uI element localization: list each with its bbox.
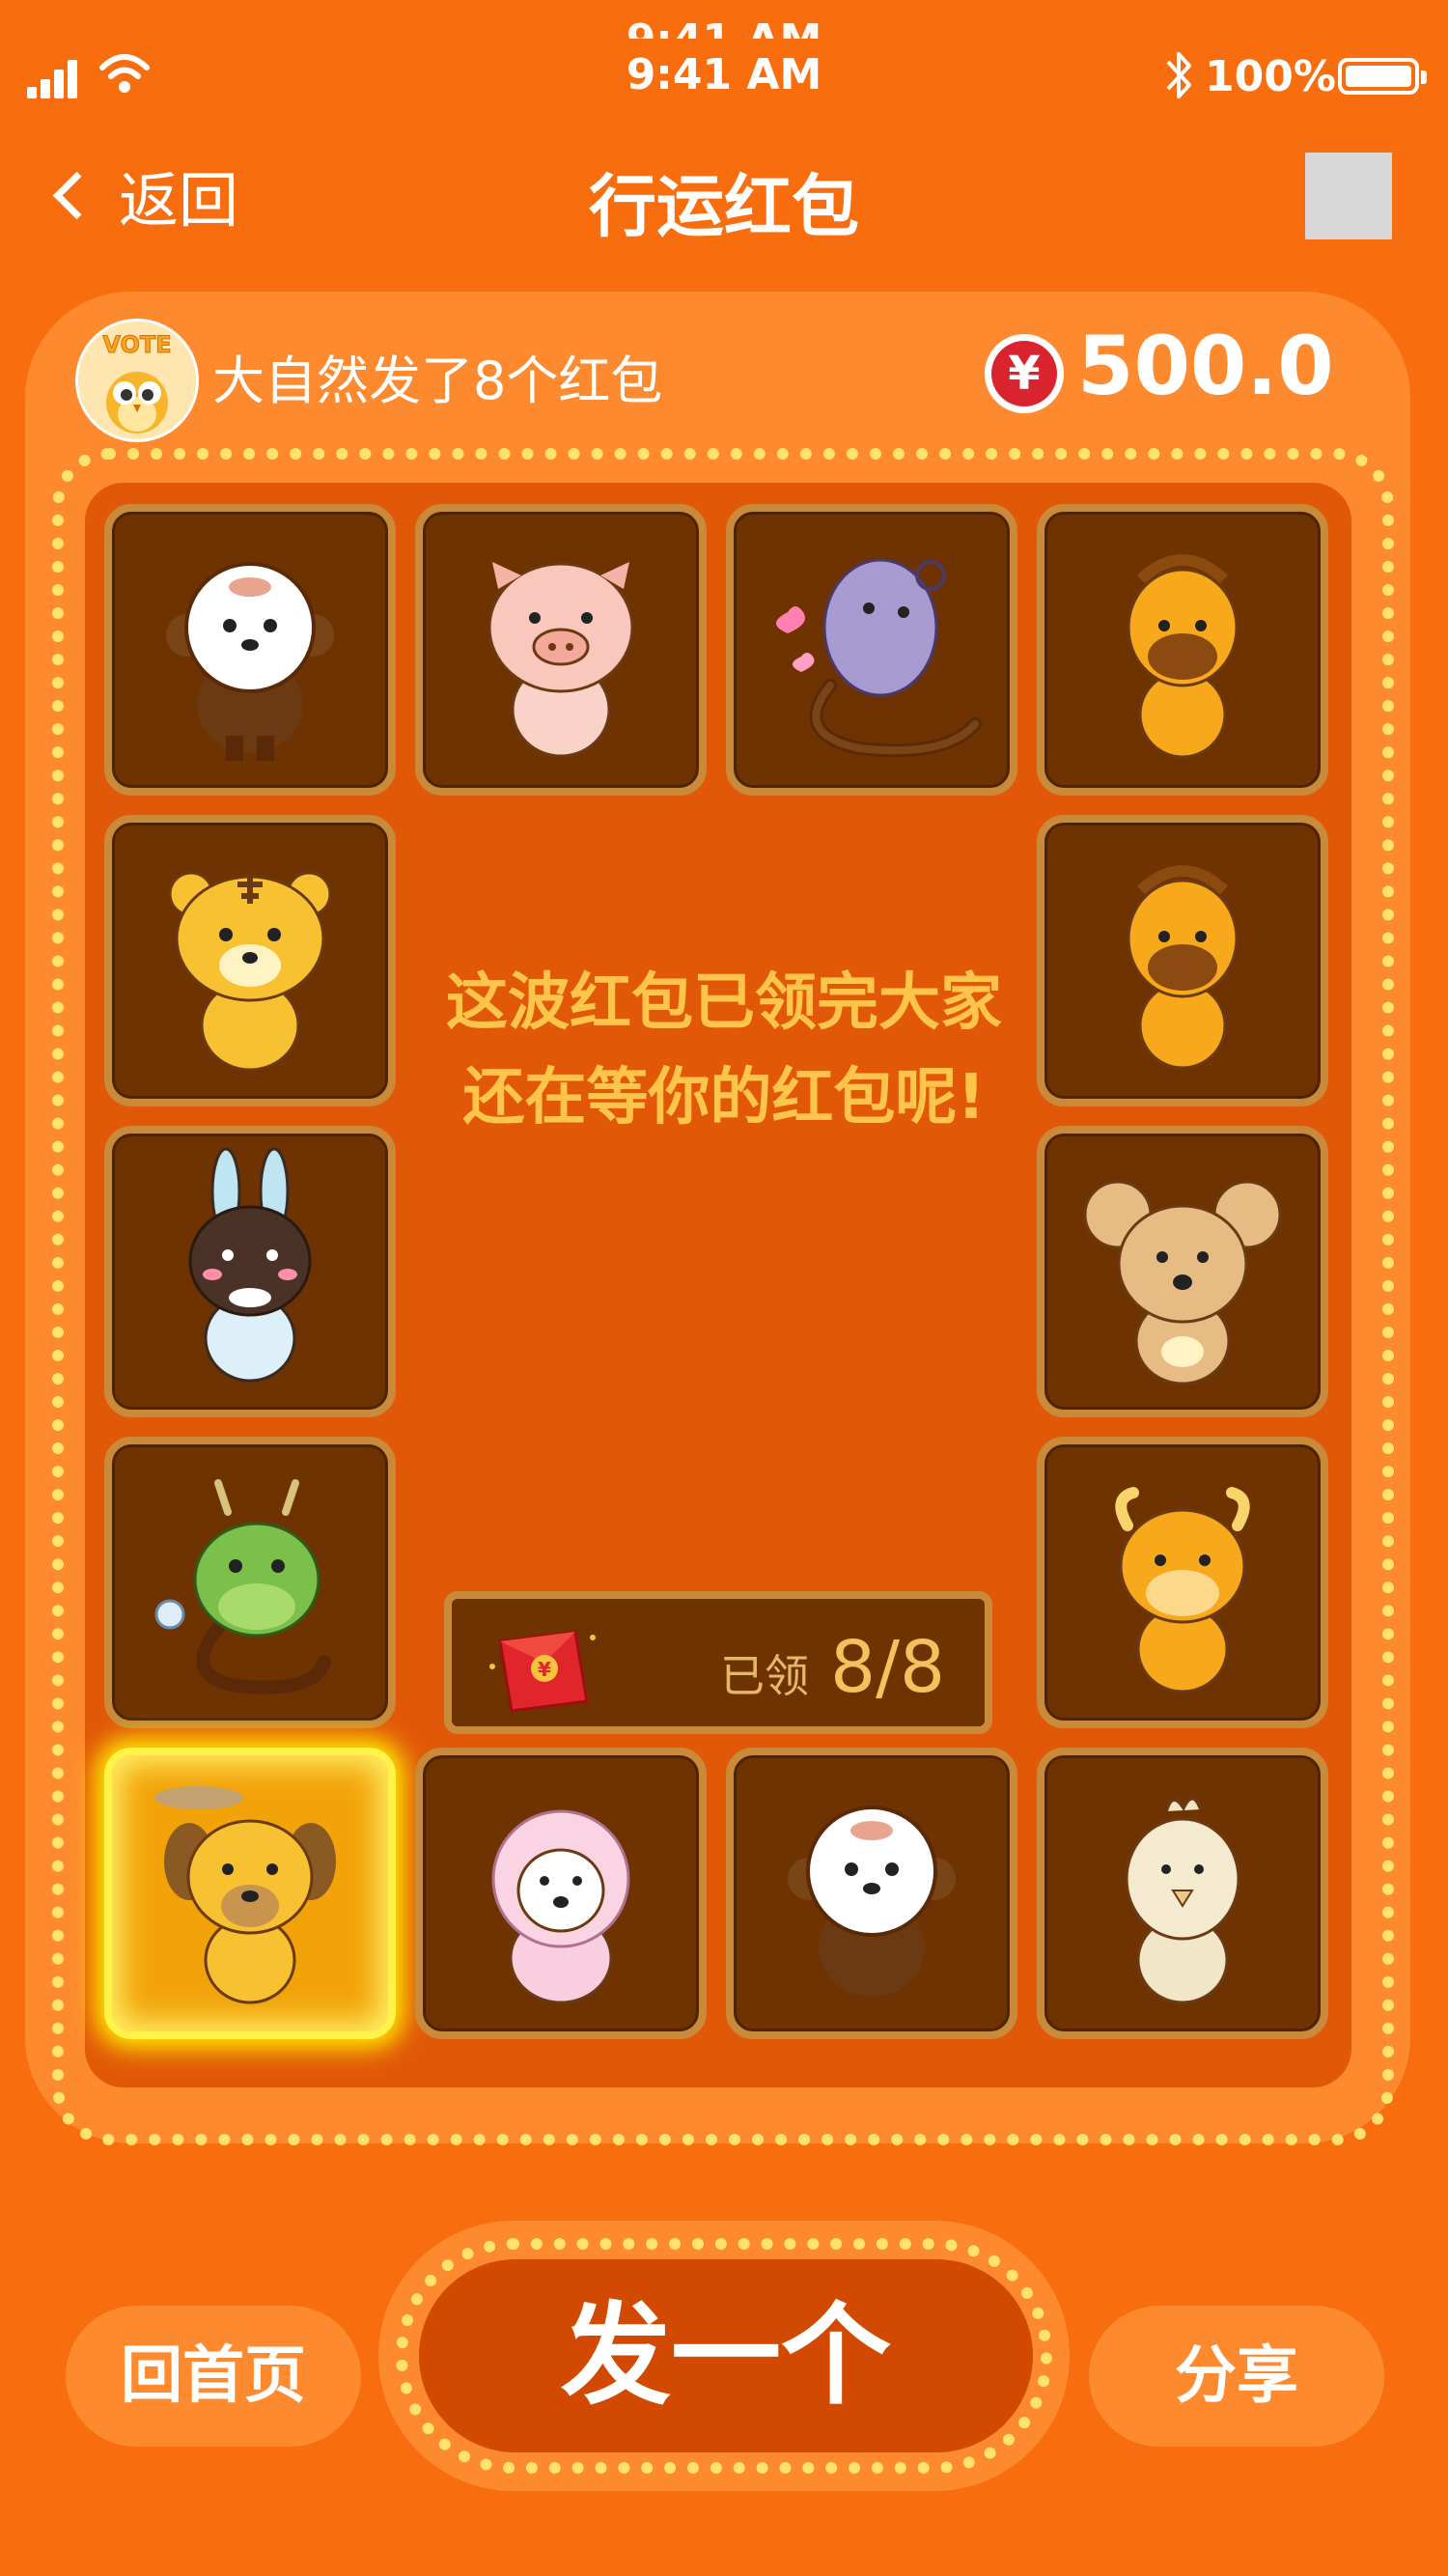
avatar[interactable]: VOTE: [75, 319, 199, 442]
tile-monkey-2[interactable]: [726, 1748, 1017, 2039]
tile-horse[interactable]: [1037, 504, 1328, 796]
dog-icon: [154, 1786, 336, 2004]
bluetooth-icon: [1166, 52, 1191, 98]
sender-summary: 大自然发了8个红包: [212, 350, 663, 411]
page-title: 行运红包: [589, 167, 859, 246]
horse-icon: [1127, 554, 1239, 759]
status-bar: 9:41 AM 100%: [0, 37, 1448, 124]
status-time-ghost: 9:41 AM: [0, 15, 1448, 39]
claimed-status-bar: ¥ 已领 8/8: [444, 1591, 992, 1734]
tile-rat[interactable]: [1037, 1126, 1328, 1417]
tile-pig[interactable]: [415, 504, 707, 796]
horse-icon: [1127, 865, 1239, 1070]
tiger-icon: [168, 871, 332, 1072]
battery-percentage: 100%: [1205, 52, 1336, 101]
dragon-icon: [154, 1479, 331, 1694]
ox-icon: [1115, 1487, 1250, 1694]
monkey-icon: [788, 1806, 956, 1997]
all-claimed-message: 这波红包已领完大家还在等你的红包呢!: [446, 967, 1002, 1134]
avatar-text: VOTE: [102, 331, 171, 358]
tile-horse-2[interactable]: [1037, 815, 1328, 1106]
tile-rabbit[interactable]: [104, 1126, 396, 1417]
sheep-icon: [491, 1809, 630, 2004]
monkey-icon: [166, 562, 334, 761]
tile-snake[interactable]: [726, 504, 1017, 796]
claimed-count: 8/8: [830, 1626, 946, 1709]
pig-icon: [487, 562, 634, 758]
yen-icon: ¥: [985, 334, 1064, 413]
status-bar-ghost: 9:41 AM: [0, 10, 1448, 39]
owl-icon: VOTE: [78, 322, 196, 439]
rabbit-icon: [188, 1147, 312, 1383]
snake-icon: [776, 558, 982, 758]
tile-dragon[interactable]: [104, 1437, 396, 1728]
red-envelope-icon: ¥: [489, 1630, 596, 1713]
tile-dog-selected[interactable]: [104, 1748, 396, 2039]
home-button[interactable]: 回首页: [66, 2306, 361, 2447]
total-amount: 500.0: [1077, 319, 1334, 413]
send-one-button[interactable]: 发一个: [419, 2259, 1033, 2452]
claimed-label: 已领: [720, 1650, 809, 1702]
yen-symbol: ¥: [1008, 347, 1041, 401]
nav-placeholder-button[interactable]: [1305, 153, 1392, 239]
tile-sheep[interactable]: [415, 1748, 707, 2039]
tile-rooster[interactable]: [1037, 1748, 1328, 2039]
rat-icon: [1083, 1180, 1282, 1386]
envelope-yen: ¥: [538, 1658, 551, 1681]
battery-icon: [1338, 58, 1427, 95]
tile-tiger[interactable]: [104, 815, 396, 1106]
rooster-icon: [1125, 1796, 1240, 2004]
tile-ox[interactable]: [1037, 1437, 1328, 1728]
tile-monkey[interactable]: [104, 504, 396, 796]
share-button[interactable]: 分享: [1089, 2306, 1384, 2447]
